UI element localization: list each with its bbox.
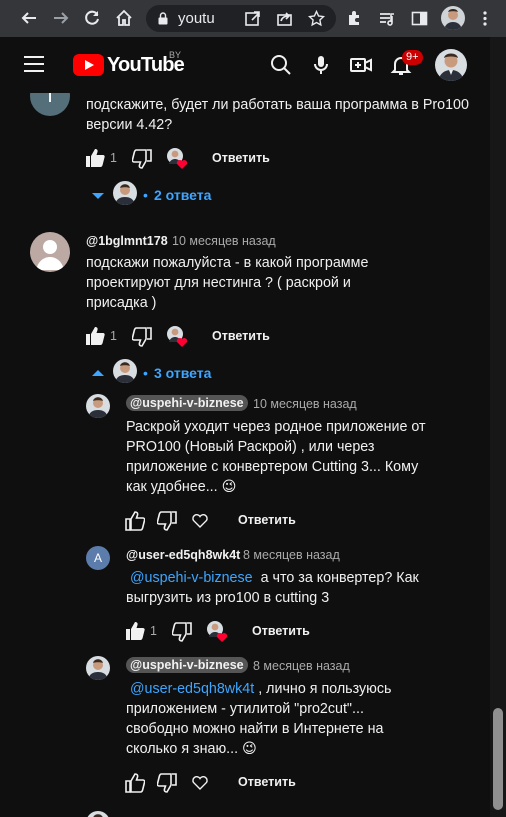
- browser-toolbar: youtu: [0, 0, 506, 37]
- reply-button[interactable]: Ответить: [212, 329, 270, 343]
- comment-text: подскажите, будет ли работать ваша прогр…: [86, 97, 469, 133]
- address-bar[interactable]: youtu: [146, 5, 336, 32]
- notifications-badge: 9+: [402, 50, 423, 65]
- reply-mention-link[interactable]: @uspehi-v-biznese: [130, 570, 253, 586]
- lock-icon: [158, 12, 168, 25]
- dislike-thumbs-down-icon[interactable]: [132, 149, 152, 169]
- comment-text: подскажи пожалуйста - в какой программе …: [86, 255, 369, 311]
- search-icon[interactable]: [269, 53, 293, 77]
- home-icon[interactable]: [112, 6, 136, 30]
- reply-author-chip[interactable]: @uspehi-v-biznese: [126, 657, 248, 673]
- reply-button[interactable]: Ответить: [252, 624, 310, 638]
- reload-icon[interactable]: [80, 6, 104, 30]
- reply-text: @uspehi-v-biznese а что за конвертер? Как…: [126, 570, 419, 606]
- heart-outline-icon[interactable]: [191, 773, 209, 791]
- separator-dot: •: [143, 365, 148, 381]
- dislike-thumbs-down-icon[interactable]: [157, 511, 177, 531]
- youtube-play-icon: [73, 54, 104, 76]
- reply-avatar[interactable]: [86, 394, 110, 418]
- reply-avatar[interactable]: [86, 811, 110, 817]
- reply-avatar[interactable]: A: [86, 546, 110, 570]
- creator-reply-avatar: [113, 181, 137, 205]
- scrollbar-thumb[interactable]: [493, 708, 503, 810]
- creator-heart-icon[interactable]: [167, 148, 189, 170]
- creator-heart-icon[interactable]: [207, 621, 229, 643]
- share-icon[interactable]: [276, 10, 293, 27]
- collapse-replies-icon[interactable]: [92, 370, 104, 376]
- view-replies-button[interactable]: 2 ответа: [154, 187, 211, 203]
- extensions-icon[interactable]: [346, 10, 363, 27]
- youtube-logo[interactable]: YouTube BY: [73, 50, 185, 76]
- forward-icon[interactable]: [49, 6, 73, 30]
- reply-text: Раскрой уходит через родное приложение о…: [126, 419, 426, 495]
- dislike-thumbs-down-icon[interactable]: [132, 327, 152, 347]
- reply-mention-link[interactable]: @user-ed5qh8wk4t: [130, 681, 254, 697]
- account-avatar[interactable]: [435, 49, 467, 81]
- reply-button[interactable]: Ответить: [212, 151, 270, 165]
- side-panel-icon[interactable]: [411, 10, 428, 27]
- like-thumbs-up-icon[interactable]: [125, 773, 145, 793]
- comment-timestamp[interactable]: 10 месяцев назад: [172, 234, 276, 248]
- open-in-app-icon[interactable]: [244, 10, 261, 27]
- hide-replies-button[interactable]: 3 ответа: [154, 365, 211, 381]
- like-count: 1: [110, 329, 117, 343]
- reply-button[interactable]: Ответить: [238, 775, 296, 789]
- like-thumbs-up-icon[interactable]: [125, 511, 145, 531]
- like-thumbs-up-icon[interactable]: [125, 621, 145, 641]
- url-text: youtu: [178, 10, 215, 27]
- comment-avatar[interactable]: I: [30, 93, 70, 116]
- reply-avatar[interactable]: [86, 656, 110, 680]
- reply-timestamp[interactable]: 8 месяцев назад: [243, 548, 340, 562]
- creator-heart-icon[interactable]: [167, 326, 189, 348]
- media-queue-icon[interactable]: [378, 10, 395, 27]
- bookmark-star-icon[interactable]: [308, 10, 325, 27]
- like-thumbs-up-icon[interactable]: [85, 148, 105, 168]
- like-count: 1: [110, 151, 117, 165]
- browser-menu-icon[interactable]: [482, 10, 488, 27]
- country-code: BY: [169, 50, 182, 60]
- dislike-thumbs-down-icon[interactable]: [172, 622, 192, 642]
- comments-section: I подскажите, будет ли работать ваша про…: [0, 93, 490, 817]
- reply-timestamp[interactable]: 10 месяцев назад: [253, 397, 357, 411]
- dislike-thumbs-down-icon[interactable]: [157, 773, 177, 793]
- reply-button[interactable]: Ответить: [238, 513, 296, 527]
- expand-replies-icon[interactable]: [92, 193, 104, 199]
- like-thumbs-up-icon[interactable]: [85, 326, 105, 346]
- microphone-icon[interactable]: [309, 53, 333, 77]
- creator-reply-avatar: [113, 359, 137, 383]
- reply-timestamp[interactable]: 8 месяцев назад: [253, 659, 350, 673]
- reply-text: @user-ed5qh8wk4t, лично я пользуюсь прил…: [126, 681, 392, 757]
- create-video-icon[interactable]: [349, 53, 373, 77]
- separator-dot: •: [143, 187, 148, 203]
- reply-author[interactable]: @user-ed5qh8wk4t: [126, 548, 240, 562]
- heart-outline-icon[interactable]: [191, 511, 209, 529]
- back-icon[interactable]: [17, 6, 41, 30]
- scrollbar-track[interactable]: [490, 37, 506, 817]
- hamburger-menu-icon[interactable]: [24, 56, 44, 72]
- comment-avatar[interactable]: [30, 232, 70, 272]
- youtube-masthead: YouTube BY 9+: [0, 37, 506, 93]
- like-count: 1: [150, 624, 157, 638]
- comment-author[interactable]: @1bglmnt178: [86, 234, 168, 248]
- reply-author-chip[interactable]: @uspehi-v-biznese: [126, 395, 248, 411]
- browser-profile-avatar[interactable]: [441, 6, 465, 30]
